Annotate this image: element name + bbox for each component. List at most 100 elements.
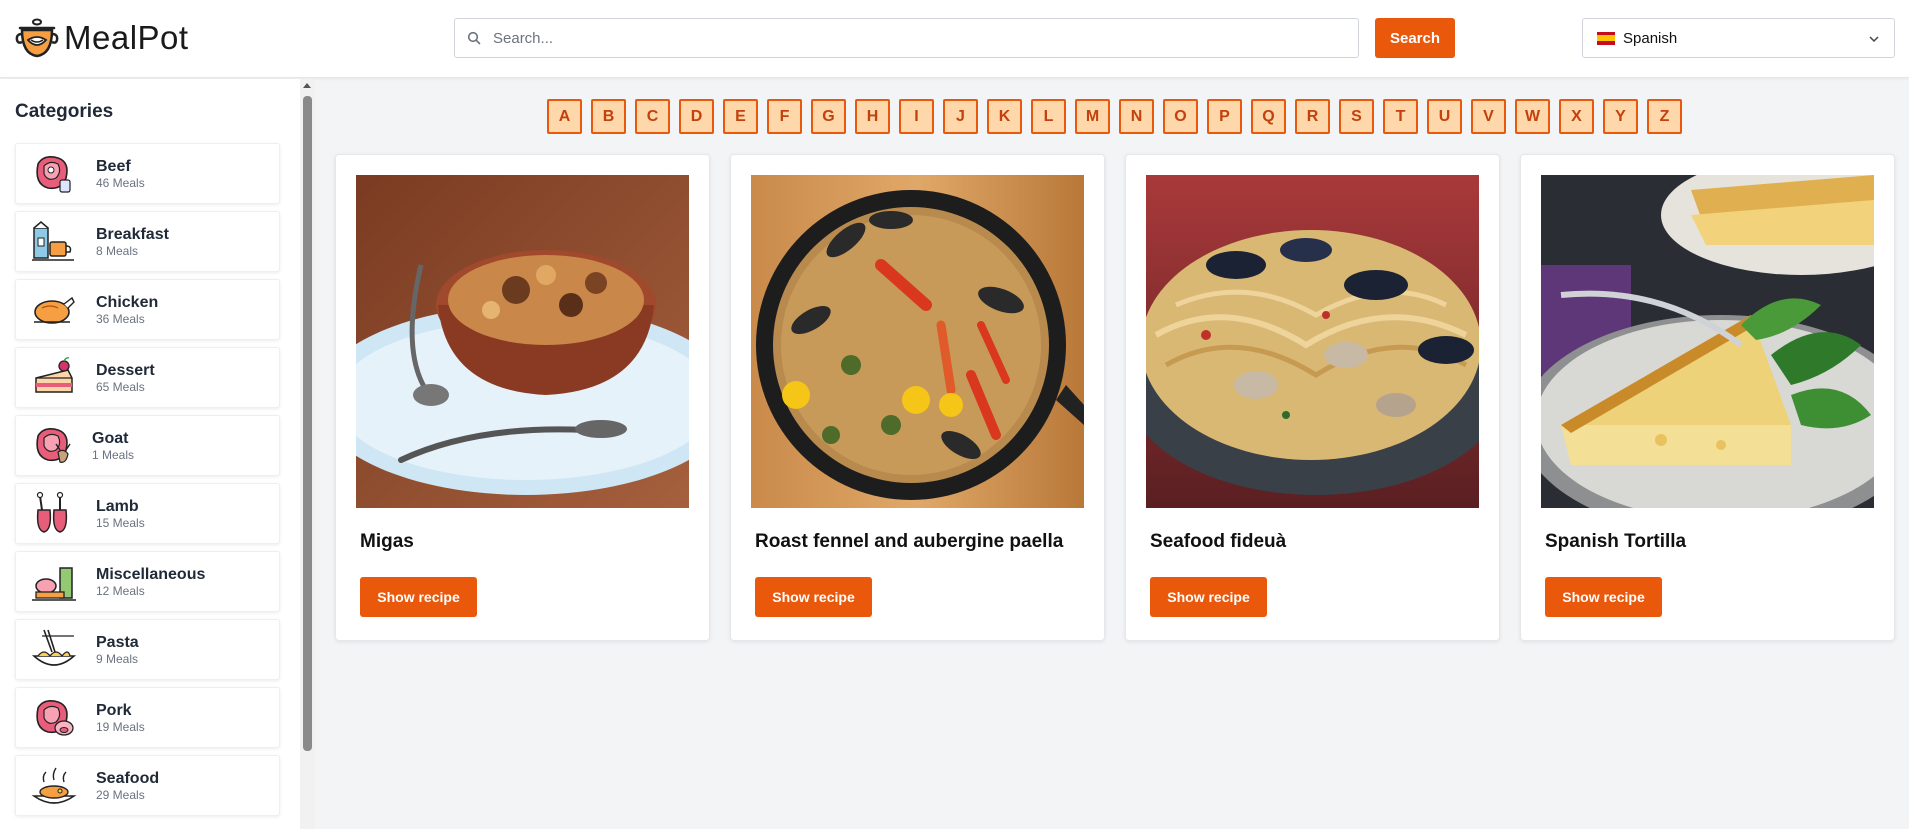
category-item-dessert[interactable]: Dessert 65 Meals [15, 347, 280, 408]
category-item-miscellaneous[interactable]: Miscellaneous 12 Meals [15, 551, 280, 612]
letter-button-v[interactable]: V [1471, 99, 1506, 134]
category-name: Goat [92, 429, 129, 447]
category-item-chicken[interactable]: Chicken 36 Meals [15, 279, 280, 340]
meal-card: Roast fennel and aubergine paella Show r… [730, 154, 1105, 641]
category-count: 65 Meals [96, 379, 145, 394]
category-count: 15 Meals [96, 515, 145, 530]
category-item-pasta[interactable]: Pasta 9 Meals [15, 619, 280, 680]
pasta-icon [31, 629, 77, 666]
meal-card: Migas Show recipe [335, 154, 710, 641]
letter-button-k[interactable]: K [987, 99, 1022, 134]
meal-image[interactable] [751, 175, 1084, 508]
category-item-beef[interactable]: Beef 46 Meals [15, 143, 280, 204]
category-count: 19 Meals [96, 719, 145, 734]
meal-card: Seafood fideuà Show recipe [1125, 154, 1500, 641]
letter-button-c[interactable]: C [635, 99, 670, 134]
letter-button-u[interactable]: U [1427, 99, 1462, 134]
sidebar-scrollbar[interactable] [300, 79, 315, 829]
letter-button-w[interactable]: W [1515, 99, 1550, 134]
lamb-icon [36, 491, 68, 533]
letter-button-p[interactable]: P [1207, 99, 1242, 134]
letter-button-e[interactable]: E [723, 99, 758, 134]
letter-button-f[interactable]: F [767, 99, 802, 134]
category-count: 12 Meals [96, 583, 145, 598]
letter-button-a[interactable]: A [547, 99, 582, 134]
pot-logo-icon [15, 18, 59, 58]
category-name: Seafood [96, 769, 160, 787]
letter-button-i[interactable]: I [899, 99, 934, 134]
letter-button-q[interactable]: Q [1251, 99, 1286, 134]
category-name: Beef [96, 157, 131, 175]
meal-title: Migas [360, 531, 414, 552]
search-icon [467, 31, 481, 45]
dessert-icon [35, 356, 73, 393]
category-count: 36 Meals [96, 311, 145, 326]
language-label: Spanish [1623, 29, 1678, 47]
meal-image[interactable] [1146, 175, 1479, 508]
meal-grid: Migas Show recipe Roast fennel and auber… [335, 154, 1895, 641]
meal-title: Roast fennel and aubergine paella [755, 531, 1064, 552]
category-count: 1 Meals [92, 447, 135, 462]
show-recipe-button[interactable]: Show recipe [360, 577, 477, 617]
letter-button-s[interactable]: S [1339, 99, 1374, 134]
category-list: Beef 46 Meals Breakfast 8 Meals Chicken … [15, 143, 280, 823]
chicken-icon [34, 296, 75, 324]
category-count: 9 Meals [96, 651, 139, 666]
spain-flag-icon [1597, 31, 1615, 45]
sidebar: Categories Beef 46 Meals Breakfast 8 Mea… [0, 79, 315, 829]
meal-card: Spanish Tortilla Show recipe [1520, 154, 1895, 641]
logo[interactable]: MealPot [14, 16, 189, 60]
search-field[interactable] [454, 18, 1359, 58]
meal-title: Seafood fideuà [1150, 531, 1287, 552]
category-name: Lamb [96, 497, 139, 515]
language-select[interactable]: Spanish [1582, 18, 1895, 58]
goat-icon [36, 427, 71, 463]
letter-button-x[interactable]: X [1559, 99, 1594, 134]
category-item-pork[interactable]: Pork 19 Meals [15, 687, 280, 748]
category-name: Dessert [96, 361, 155, 379]
letter-button-y[interactable]: Y [1603, 99, 1638, 134]
seafood-icon [31, 767, 77, 804]
category-count: 46 Meals [96, 175, 145, 190]
category-name: Chicken [96, 293, 159, 311]
meal-image[interactable] [356, 175, 689, 508]
letter-button-t[interactable]: T [1383, 99, 1418, 134]
category-name: Pork [96, 701, 132, 719]
letter-button-g[interactable]: G [811, 99, 846, 134]
letter-filter: A B C D E F G H I J K L M N O P Q R S T … [547, 99, 1682, 134]
scroll-up-arrow-icon[interactable] [303, 83, 311, 88]
logo-text: MealPot [64, 19, 189, 56]
category-item-seafood[interactable]: Seafood 29 Meals [15, 755, 280, 816]
letter-button-o[interactable]: O [1163, 99, 1198, 134]
category-count: 8 Meals [96, 243, 139, 258]
pork-icon [36, 699, 74, 736]
beef-icon [36, 155, 71, 193]
letter-button-j[interactable]: J [943, 99, 978, 134]
scrollbar-thumb[interactable] [303, 96, 312, 751]
category-item-breakfast[interactable]: Breakfast 8 Meals [15, 211, 280, 272]
header: MealPot Search Spanish [0, 0, 1909, 78]
search-button[interactable]: Search [1375, 18, 1455, 58]
category-name: Miscellaneous [96, 565, 206, 583]
category-item-lamb[interactable]: Lamb 15 Meals [15, 483, 280, 544]
category-name: Breakfast [96, 225, 169, 243]
show-recipe-button[interactable]: Show recipe [1545, 577, 1662, 617]
sidebar-title: Categories [15, 101, 114, 122]
letter-button-d[interactable]: D [679, 99, 714, 134]
letter-button-n[interactable]: N [1119, 99, 1154, 134]
show-recipe-button[interactable]: Show recipe [1150, 577, 1267, 617]
meal-image[interactable] [1541, 175, 1874, 508]
letter-button-r[interactable]: R [1295, 99, 1330, 134]
letter-button-b[interactable]: B [591, 99, 626, 134]
letter-button-z[interactable]: Z [1647, 99, 1682, 134]
chevron-down-icon [1869, 36, 1879, 43]
letter-button-m[interactable]: M [1075, 99, 1110, 134]
meal-title: Spanish Tortilla [1545, 531, 1687, 552]
search-input[interactable] [493, 29, 1343, 47]
letter-button-l[interactable]: L [1031, 99, 1066, 134]
show-recipe-button[interactable]: Show recipe [755, 577, 872, 617]
category-name: Pasta [96, 633, 139, 651]
category-item-goat[interactable]: Goat 1 Meals [15, 415, 280, 476]
miscellaneous-icon [32, 566, 76, 601]
letter-button-h[interactable]: H [855, 99, 890, 134]
